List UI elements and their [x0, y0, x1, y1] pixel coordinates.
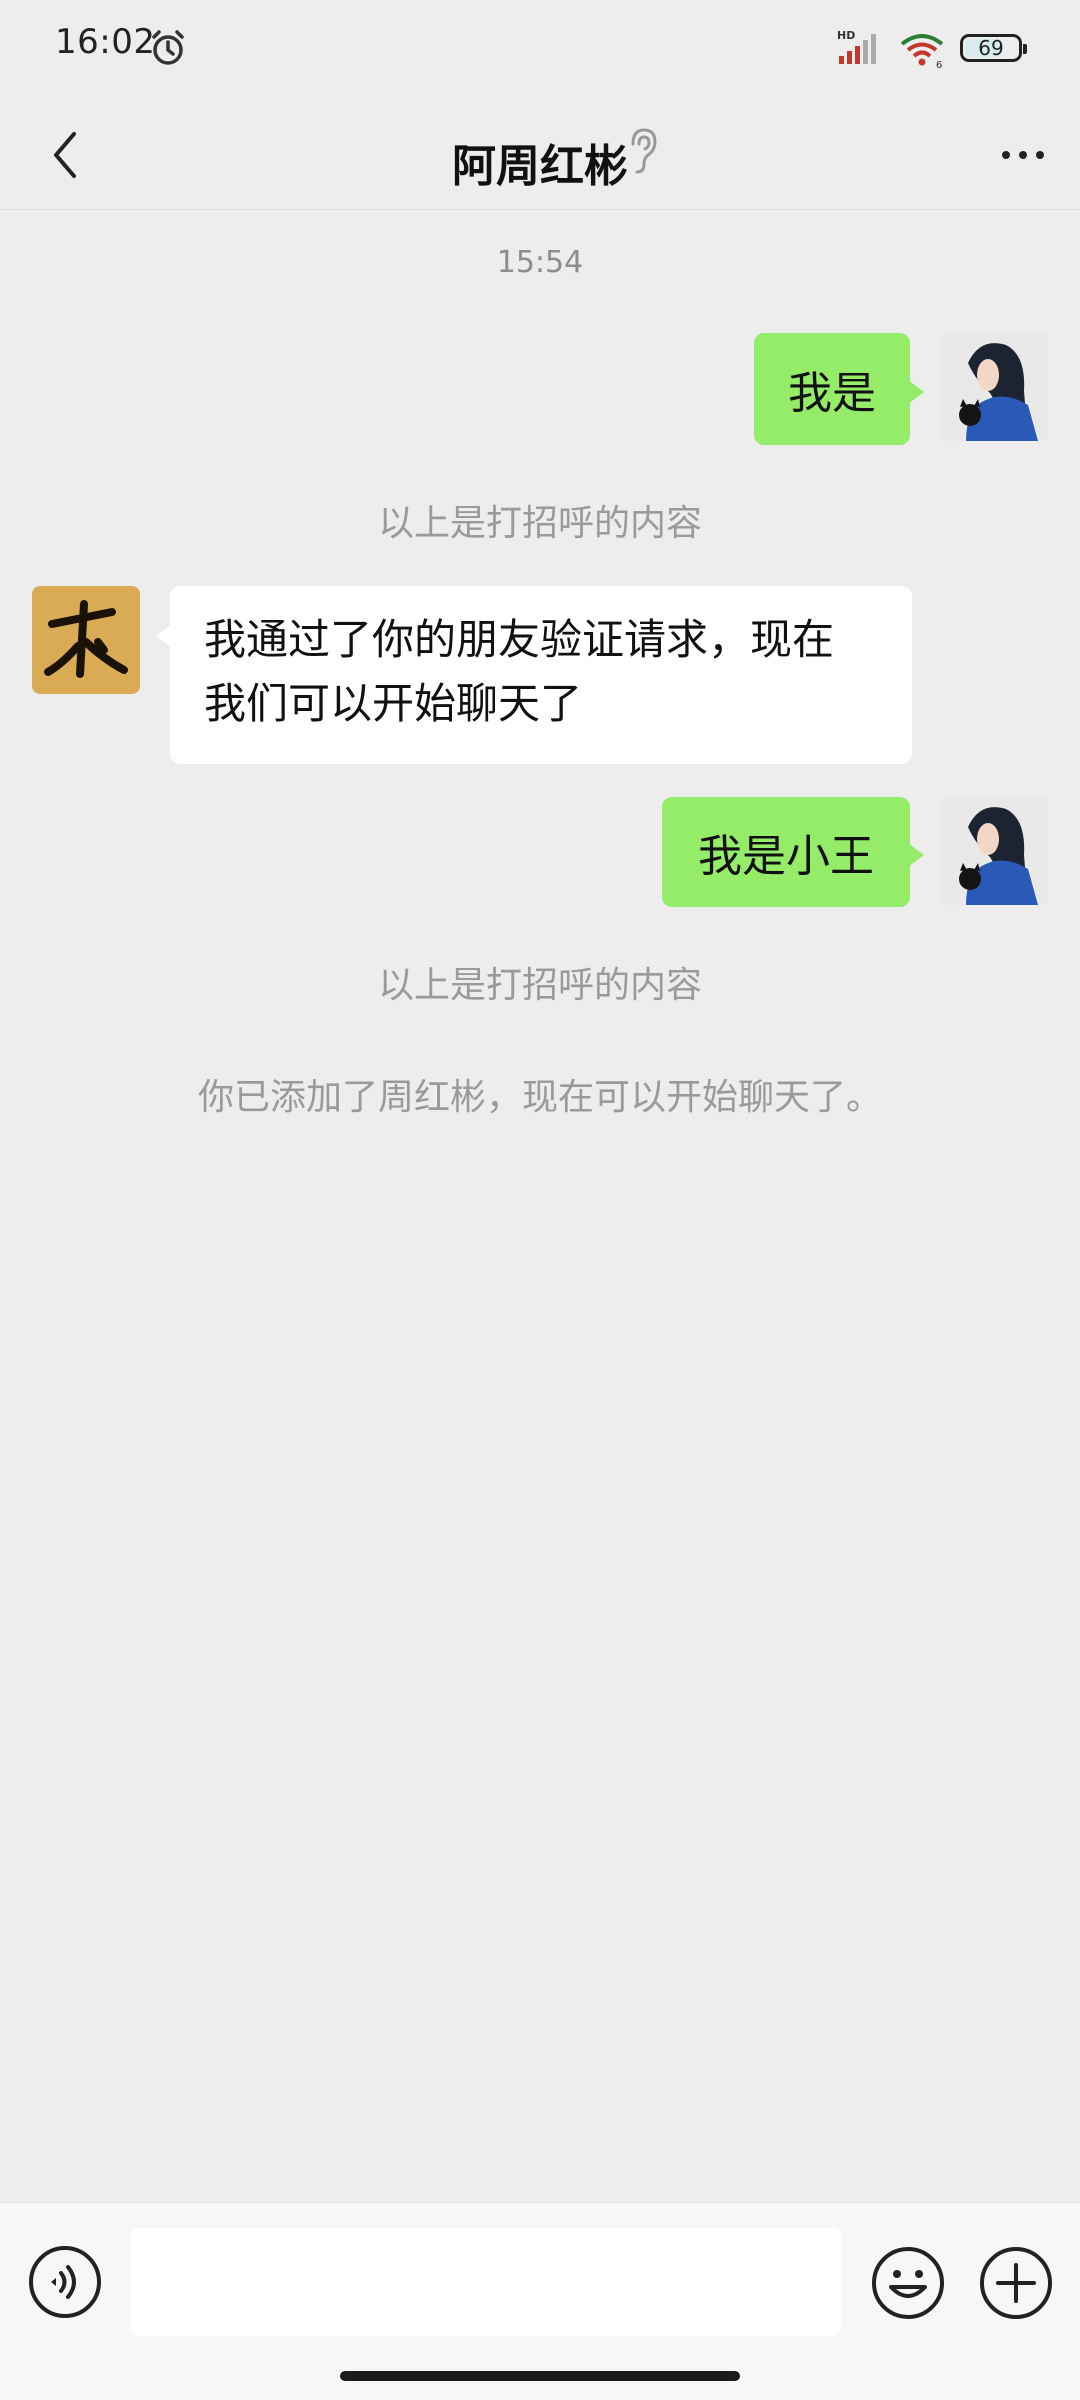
chat-timestamp: 15:54 — [496, 245, 584, 280]
system-note: 你已添加了周红彬，现在可以开始聊天了。 — [197, 1077, 882, 1118]
outgoing-message-bubble[interactable]: 我是 — [754, 333, 924, 445]
alarm-icon — [152, 30, 184, 65]
more-button[interactable] — [988, 125, 1058, 185]
battery-icon: 69 — [960, 34, 1027, 62]
svg-text:HD: HD — [837, 29, 855, 42]
avatar-image — [32, 586, 140, 694]
battery-percent: 69 — [978, 36, 1004, 60]
input-bar — [0, 2202, 1080, 2400]
chat-screen: 16:02 HD 6 69 阿周红彬 15:54 我是 以上是打招呼的内容 我通… — [0, 0, 1080, 2400]
status-time: 16:02 — [55, 22, 156, 62]
home-indicator[interactable] — [340, 2371, 740, 2381]
emoji-icon[interactable] — [870, 2245, 946, 2321]
more-dot — [1019, 151, 1027, 159]
outgoing-message-bubble[interactable]: 我是小王 — [662, 797, 924, 907]
chat-title: 阿周红彬 — [452, 141, 628, 192]
more-dot — [1002, 151, 1010, 159]
wifi-icon: 6 — [900, 34, 944, 70]
ear-icon — [631, 128, 657, 174]
message-line: 我们可以开始聊天了 — [204, 679, 583, 728]
status-bar: 16:02 HD 6 69 — [0, 0, 1080, 100]
svg-text:6: 6 — [936, 60, 942, 70]
avatar-image — [940, 797, 1048, 905]
chat-header: 阿周红彬 — [0, 100, 1080, 210]
system-note: 以上是打招呼的内容 — [377, 965, 702, 1006]
contact-avatar[interactable] — [32, 586, 140, 694]
voice-icon[interactable] — [28, 2245, 102, 2319]
my-avatar[interactable] — [940, 333, 1048, 441]
plus-icon[interactable] — [978, 2245, 1054, 2321]
incoming-message-bubble[interactable]: 我通过了你的朋友验证请求，现在 我们可以开始聊天了 — [156, 586, 912, 764]
signal-icon: HD — [837, 29, 876, 64]
battery-tip — [1023, 44, 1027, 54]
message-input[interactable] — [130, 2228, 842, 2336]
my-avatar[interactable] — [940, 797, 1048, 905]
system-note: 以上是打招呼的内容 — [377, 503, 702, 544]
more-dot — [1036, 151, 1044, 159]
avatar-image — [940, 333, 1048, 441]
message-line: 我通过了你的朋友验证请求，现在 — [204, 615, 835, 664]
